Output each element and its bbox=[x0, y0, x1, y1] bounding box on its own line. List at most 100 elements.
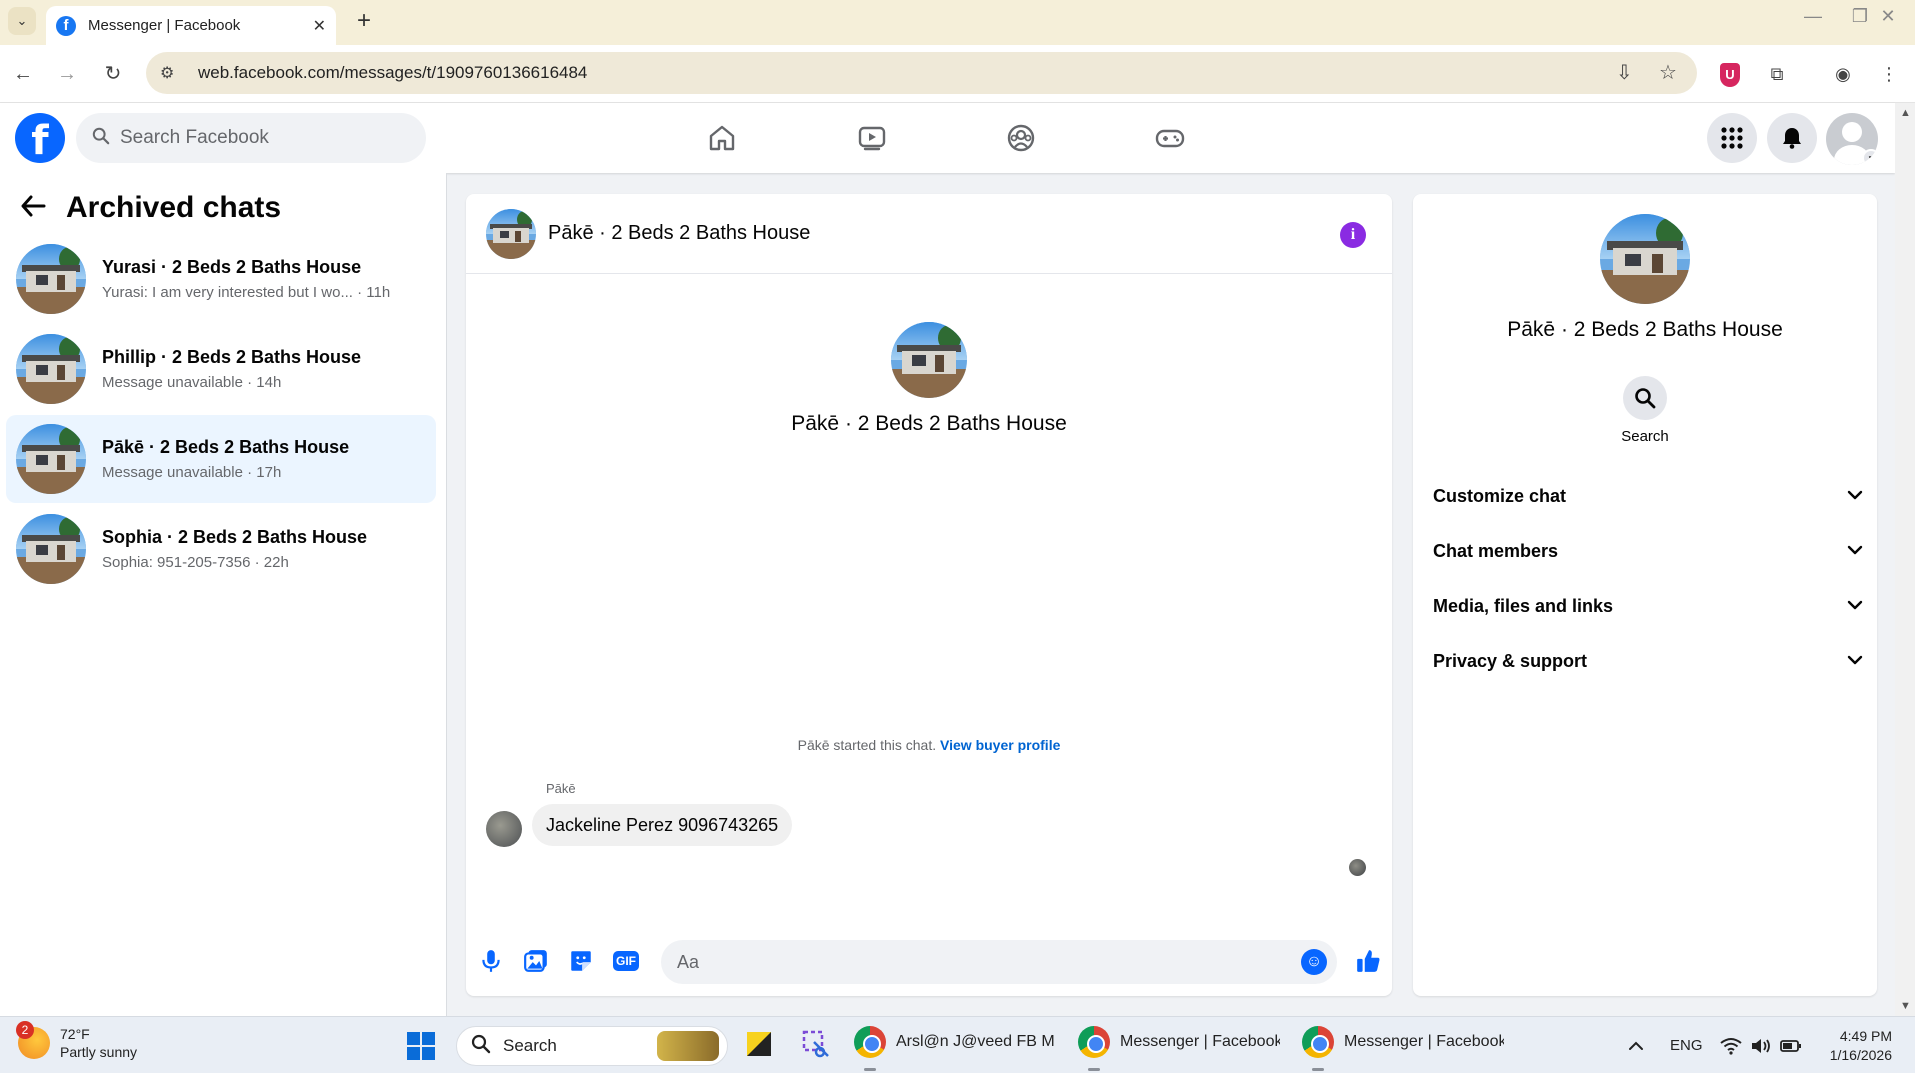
gif-icon[interactable]: GIF bbox=[611, 946, 641, 976]
view-buyer-profile-link[interactable]: View buyer profile bbox=[940, 737, 1060, 753]
emoji-icon[interactable]: ☺ bbox=[1301, 949, 1327, 975]
scroll-down-arrow-icon[interactable]: ▼ bbox=[1900, 1000, 1911, 1012]
close-tab-icon[interactable]: ✕ bbox=[313, 16, 326, 36]
chat-members-section[interactable]: Chat members bbox=[1433, 536, 1863, 566]
tab-search-chevron-icon[interactable]: ⌄ bbox=[8, 7, 36, 35]
running-indicator bbox=[864, 1068, 876, 1071]
wifi-icon[interactable] bbox=[1720, 1017, 1742, 1073]
info-icon[interactable]: i bbox=[1340, 222, 1366, 248]
chat-list-item[interactable]: Sophia · 2 Beds 2 Baths House Sophia: 95… bbox=[6, 505, 436, 593]
message-bubble[interactable]: Jackeline Perez 9096743265 bbox=[532, 804, 793, 846]
address-bar[interactable]: ⚙ web.facebook.com/messages/t/1909760136… bbox=[146, 52, 1697, 94]
search-icon[interactable] bbox=[1623, 376, 1667, 420]
conversation-avatar[interactable] bbox=[486, 208, 536, 259]
facebook-search-box[interactable] bbox=[76, 113, 426, 163]
search-highlight-image bbox=[657, 1031, 719, 1061]
page-scrollbar[interactable]: ▲ ▼ bbox=[1895, 103, 1915, 1016]
conversation-title[interactable]: Pākē · 2 Beds 2 Baths House bbox=[548, 222, 810, 245]
conversation-intro: Pākē · 2 Beds 2 Baths House bbox=[466, 322, 1392, 436]
extensions-puzzle-icon[interactable]: ⧉ bbox=[1762, 59, 1792, 89]
facebook-search-input[interactable] bbox=[120, 127, 380, 149]
close-window-icon[interactable]: ✕ bbox=[1868, 6, 1908, 27]
message-input[interactable] bbox=[677, 951, 1277, 973]
window-label: Messenger | Facebook - bbox=[1120, 1033, 1280, 1050]
bookmark-star-icon[interactable]: ☆ bbox=[1659, 60, 1677, 85]
url-text[interactable]: web.facebook.com/messages/t/190976013661… bbox=[198, 63, 587, 83]
back-arrow-icon[interactable] bbox=[20, 194, 46, 223]
account-avatar[interactable]: ▾ bbox=[1826, 113, 1878, 165]
avatar-head-shape bbox=[1842, 122, 1862, 142]
intro-avatar bbox=[891, 322, 967, 398]
search-in-chat-button[interactable]: Search bbox=[1620, 376, 1670, 445]
thumbs-up-icon[interactable] bbox=[1353, 946, 1383, 976]
taskbar-window-button[interactable]: Arsl@n J@veed FB M@r bbox=[854, 1026, 1056, 1058]
chat-preview: Message unavailable · 14h bbox=[102, 374, 282, 391]
search-icon bbox=[471, 1034, 491, 1059]
battery-icon[interactable] bbox=[1780, 1017, 1802, 1073]
language-indicator[interactable]: ENG bbox=[1670, 1017, 1703, 1073]
forward-arrow-icon[interactable]: → bbox=[52, 59, 82, 89]
message-input-box[interactable]: ☺ bbox=[661, 940, 1337, 984]
gif-label: GIF bbox=[613, 951, 639, 971]
system-clock[interactable]: 4:49 PM 1/16/2026 bbox=[1808, 1027, 1892, 1065]
windows-start-icon[interactable] bbox=[407, 1032, 435, 1060]
scroll-up-arrow-icon[interactable]: ▲ bbox=[1900, 107, 1911, 119]
chrome-icon bbox=[1302, 1026, 1334, 1058]
microphone-icon[interactable] bbox=[476, 946, 506, 976]
info-avatar bbox=[1600, 214, 1690, 304]
listing-thumbnail bbox=[16, 514, 86, 584]
customize-chat-section[interactable]: Customize chat bbox=[1433, 481, 1863, 511]
show-hidden-icons-chevron-up-icon[interactable] bbox=[1628, 1017, 1644, 1073]
chat-preview: Message unavailable · 17h bbox=[102, 464, 282, 481]
privacy-support-section[interactable]: Privacy & support bbox=[1433, 646, 1863, 676]
conversation-header: Pākē · 2 Beds 2 Baths House i bbox=[466, 194, 1392, 274]
facebook-header: f ▾ bbox=[0, 103, 1895, 173]
info-name: Pākē · 2 Beds 2 Baths House bbox=[1507, 318, 1783, 341]
new-tab-icon[interactable]: + bbox=[350, 7, 378, 35]
sender-avatar[interactable] bbox=[486, 811, 522, 847]
chevron-down-icon bbox=[1847, 487, 1863, 505]
taskbar-search[interactable]: Search bbox=[456, 1026, 728, 1066]
volume-icon[interactable] bbox=[1750, 1017, 1772, 1073]
install-app-icon[interactable]: ⇩ bbox=[1616, 60, 1633, 85]
window-label: Arsl@n J@veed FB M@r bbox=[896, 1033, 1056, 1050]
browser-tab[interactable]: f Messenger | Facebook ✕ bbox=[46, 6, 336, 45]
back-arrow-icon[interactable]: ← bbox=[8, 59, 38, 89]
photo-icon[interactable] bbox=[521, 946, 551, 976]
chat-started-text: Pākē started this chat. bbox=[797, 737, 937, 753]
window-label: Messenger | Facebook - bbox=[1344, 1033, 1504, 1050]
clock-time: 4:49 PM bbox=[1839, 1028, 1892, 1044]
taskbar-window-button[interactable]: Messenger | Facebook - bbox=[1078, 1026, 1280, 1058]
listing-thumbnail bbox=[16, 334, 86, 404]
video-nav-icon[interactable] bbox=[817, 113, 927, 163]
reload-icon[interactable]: ↻ bbox=[98, 59, 128, 89]
account-chevron-down-icon[interactable]: ▾ bbox=[1862, 149, 1878, 165]
snipping-tool-icon[interactable] bbox=[800, 1028, 832, 1060]
facebook-logo-icon[interactable]: f bbox=[15, 113, 65, 163]
profile-icon[interactable]: ◉ bbox=[1828, 59, 1858, 89]
groups-nav-icon[interactable] bbox=[966, 113, 1076, 163]
facebook-favicon-icon: f bbox=[56, 15, 76, 36]
sticker-icon[interactable] bbox=[566, 946, 596, 976]
browser-toolbar: ← → ↻ ⚙ web.facebook.com/messages/t/1909… bbox=[0, 45, 1915, 103]
sticky-notes-icon[interactable] bbox=[743, 1028, 775, 1060]
listing-thumbnail bbox=[16, 244, 86, 314]
menu-grid-icon[interactable] bbox=[1707, 113, 1757, 163]
minimize-icon[interactable]: — bbox=[1793, 6, 1833, 27]
taskbar-window-button[interactable]: Messenger | Facebook - bbox=[1302, 1026, 1504, 1058]
gaming-nav-icon[interactable] bbox=[1115, 113, 1225, 163]
section-label: Customize chat bbox=[1433, 485, 1567, 506]
chat-list-item-active[interactable]: Pākē · 2 Beds 2 Baths House Message unav… bbox=[6, 415, 436, 503]
home-nav-icon[interactable] bbox=[667, 113, 777, 163]
notifications-bell-icon[interactable] bbox=[1767, 113, 1817, 163]
ublock-extension-icon[interactable]: U bbox=[1720, 63, 1740, 87]
browser-menu-icon[interactable]: ⋮ bbox=[1874, 59, 1904, 89]
running-indicator bbox=[1088, 1068, 1100, 1071]
chat-list-item[interactable]: Yurasi · 2 Beds 2 Baths House Yurasi: I … bbox=[6, 235, 436, 323]
chat-started-notice: Pākē started this chat. View buyer profi… bbox=[466, 737, 1392, 753]
intro-name: Pākē · 2 Beds 2 Baths House bbox=[791, 412, 1067, 435]
media-files-links-section[interactable]: Media, files and links bbox=[1433, 591, 1863, 621]
chat-list-item[interactable]: Phillip · 2 Beds 2 Baths House Message u… bbox=[6, 325, 436, 413]
site-info-icon[interactable]: ⚙ bbox=[160, 63, 184, 83]
weather-widget[interactable]: 2 72°F Partly sunny bbox=[16, 1021, 137, 1061]
